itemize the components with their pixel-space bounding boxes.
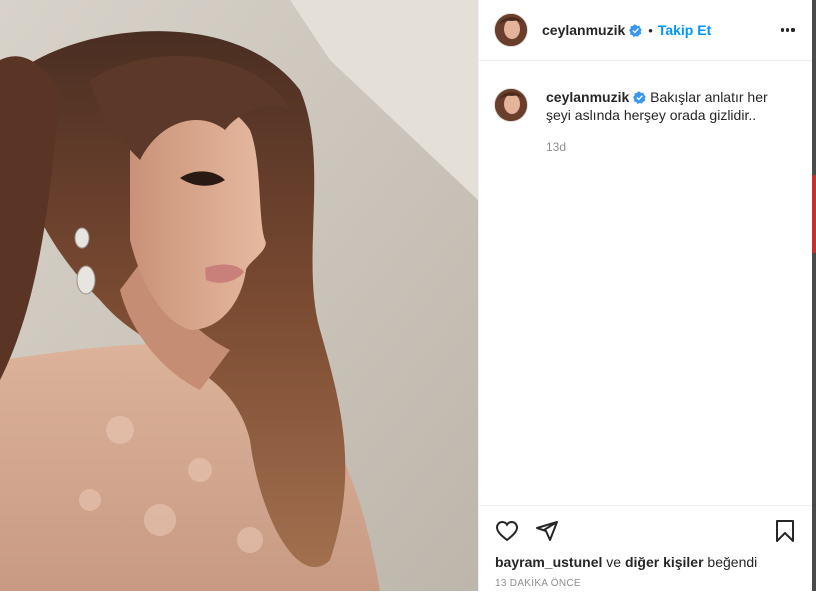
post-footer: bayram_ustunel ve diğer kişiler beğendi … <box>479 505 813 592</box>
avatar[interactable] <box>494 13 528 47</box>
post-detail-panel: ceylanmuzik • Takip Et ceylanmuzik Bakış… <box>478 0 813 591</box>
paper-plane-icon[interactable] <box>535 519 559 543</box>
likes-summary: bayram_ustunel ve diğer kişiler beğendi <box>495 554 757 570</box>
verified-badge-icon <box>633 91 646 104</box>
heart-icon[interactable] <box>495 519 519 543</box>
liker-link[interactable]: bayram_ustunel <box>495 554 602 570</box>
caption: ceylanmuzik Bakışlar anlatır her şeyi as… <box>494 88 794 156</box>
more-options-icon[interactable] <box>781 22 797 38</box>
bookmark-icon[interactable] <box>773 519 797 543</box>
caption-avatar[interactable] <box>494 88 528 122</box>
post-photo[interactable] <box>0 0 478 591</box>
separator-dot: • <box>648 22 653 38</box>
caption-username[interactable]: ceylanmuzik <box>546 89 629 105</box>
likes-connector: ve <box>602 554 625 570</box>
post-timestamp[interactable]: 13 DAKİKA ÖNCE <box>495 578 581 589</box>
likes-suffix: beğendi <box>703 554 758 570</box>
caption-age[interactable]: 13d <box>546 138 794 156</box>
follow-button[interactable]: Takip Et <box>658 22 711 38</box>
verified-badge-icon <box>629 23 642 37</box>
background-page-strip <box>812 0 816 591</box>
post-header: ceylanmuzik • Takip Et <box>479 0 813 61</box>
other-likers-link[interactable]: diğer kişiler <box>625 554 704 570</box>
username-link[interactable]: ceylanmuzik <box>542 22 625 38</box>
